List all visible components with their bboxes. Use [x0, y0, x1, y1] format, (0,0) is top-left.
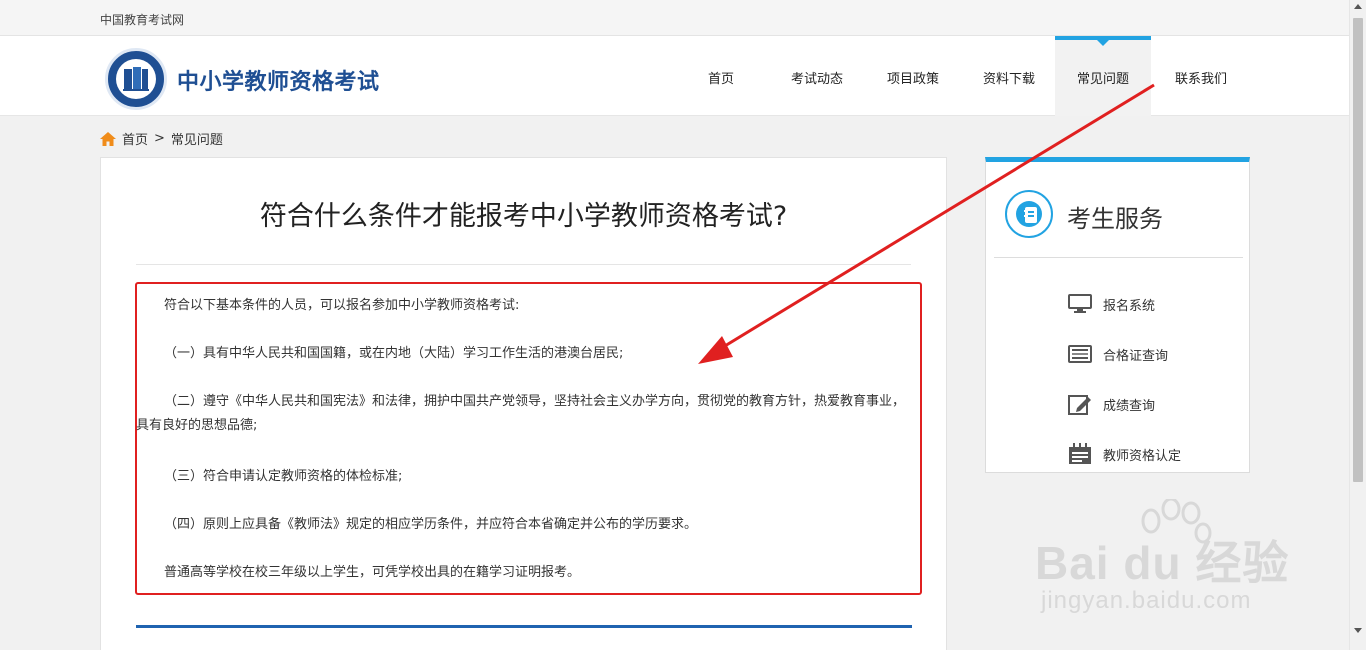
baidu-jingyan-watermark: Bai du 经验 jingyan.baidu.com	[1035, 499, 1305, 625]
link-score-query[interactable]: 成绩查询	[1068, 392, 1155, 416]
logo-emblem-icon[interactable]	[105, 48, 167, 110]
site-name[interactable]: 中国教育考试网	[100, 11, 184, 28]
nav-downloads[interactable]: 资料下载	[974, 36, 1044, 116]
scroll-up-icon[interactable]	[1354, 4, 1362, 9]
home-icon	[100, 131, 116, 146]
keyboard-icon	[1068, 343, 1092, 365]
paragraph-student-note: 普通高等学校在校三年级以上学生，可凭学校出具的在籍学习证明报考。	[164, 565, 581, 580]
title-divider	[136, 264, 911, 265]
link-certificate-query[interactable]: 合格证查询	[1068, 342, 1168, 366]
article-title: 符合什么条件才能报考中小学教师资格考试?	[259, 201, 788, 232]
header: 中小学教师资格考试 首页 考试动态 项目政策 资料下载 常见问题 联系我们	[0, 36, 1349, 116]
edit-icon	[1068, 393, 1092, 415]
scroll-down-icon[interactable]	[1354, 628, 1362, 633]
article-panel: 符合什么条件才能报考中小学教师资格考试? 符合以下基本条件的人员，可以报名参加中…	[100, 157, 947, 650]
watermark-url: jingyan.baidu.com	[1041, 587, 1252, 614]
nav-exam-news[interactable]: 考试动态	[782, 36, 852, 116]
monitor-icon	[1068, 293, 1092, 315]
bottom-divider	[136, 625, 912, 628]
services-title: 考生服务	[1067, 205, 1163, 233]
paragraph-condition-1: （一）具有中华人民共和国国籍，或在内地（大陆）学习工作生活的港澳台居民;	[164, 346, 624, 361]
active-caret-icon	[1097, 40, 1109, 46]
paragraph-condition-2: （二）遵守《中华人民共和国宪法》和法律，拥护中国共产党领导，坚持社会主义办学方向…	[136, 394, 906, 433]
nav-contact[interactable]: 联系我们	[1166, 36, 1236, 116]
calendar-icon	[1068, 443, 1092, 465]
annotation-highlight-box	[135, 282, 922, 595]
logo-title[interactable]: 中小学教师资格考试	[177, 64, 380, 96]
services-icon	[1005, 190, 1053, 238]
scroll-thumb[interactable]	[1353, 18, 1363, 482]
breadcrumb-separator: >	[154, 131, 165, 146]
breadcrumb-home[interactable]: 首页	[122, 129, 148, 148]
services-divider	[994, 257, 1243, 258]
link-teacher-certification[interactable]: 教师资格认定	[1068, 442, 1181, 466]
nav-policy[interactable]: 项目政策	[878, 36, 948, 116]
paragraph-intro: 符合以下基本条件的人员，可以报名参加中小学教师资格考试:	[164, 298, 520, 313]
breadcrumb-current: 常见问题	[170, 133, 223, 148]
vertical-scrollbar[interactable]	[1349, 0, 1366, 650]
top-strip: 中国教育考试网	[0, 0, 1349, 36]
link-registration-system[interactable]: 报名系统	[1068, 292, 1155, 316]
nav-home[interactable]: 首页	[686, 36, 756, 116]
paragraph-condition-4: （四）原则上应具备《教师法》规定的相应学历条件，并应符合本省确定并公布的学历要求…	[164, 517, 698, 532]
watermark-brand: Bai du 经验	[1035, 537, 1290, 589]
breadcrumb: 首页 > 常见问题	[100, 129, 229, 148]
nav-faq[interactable]: 常见问题	[1055, 36, 1151, 116]
paragraph-condition-3: （三）符合申请认定教师资格的体检标准;	[164, 469, 403, 484]
candidate-services-panel: 考生服务 报名系统 合格证查询 成绩查询 教师资格认定	[985, 157, 1250, 473]
